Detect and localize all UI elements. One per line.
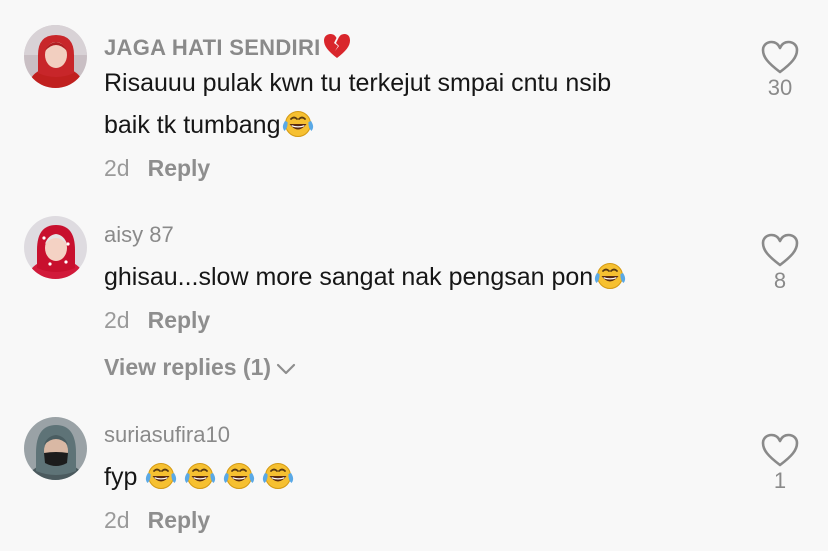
- comment-meta: 2d Reply: [104, 509, 210, 532]
- heart-icon[interactable]: [750, 232, 810, 268]
- comment-meta: 2d Reply: [104, 309, 210, 332]
- tears-of-joy-icon: [144, 461, 178, 491]
- like-count: 30: [767, 75, 793, 100]
- comments-panel: JAGA HATI SENDIRI Risauuu pulak kwn tu t…: [0, 0, 828, 551]
- like-group: 30: [750, 39, 810, 99]
- tears-of-joy-icon: [261, 461, 295, 491]
- comment-meta: 2d Reply: [104, 157, 210, 180]
- broken-heart-icon: [322, 32, 352, 60]
- reply-button[interactable]: Reply: [148, 507, 211, 533]
- like-group: 8: [750, 232, 810, 292]
- avatar[interactable]: [24, 417, 87, 480]
- avatar[interactable]: [24, 25, 87, 88]
- heart-icon[interactable]: [750, 432, 810, 468]
- avatar[interactable]: [24, 216, 87, 279]
- heart-icon[interactable]: [750, 39, 810, 75]
- comment-text: fyp: [104, 456, 744, 498]
- comment-text: ghisau...slow more sangat nak pengsan po…: [104, 256, 744, 298]
- chevron-down-icon: [276, 363, 296, 375]
- tears-of-joy-icon: [593, 261, 627, 291]
- like-count: 1: [773, 468, 787, 493]
- comment-time: 2d: [104, 155, 130, 181]
- view-replies-button[interactable]: View replies (1): [104, 356, 297, 379]
- comment-time: 2d: [104, 507, 130, 533]
- like-count: 8: [773, 268, 787, 293]
- username[interactable]: aisy 87: [104, 224, 174, 246]
- username[interactable]: JAGA HATI SENDIRI: [104, 32, 352, 60]
- like-group: 1: [750, 432, 810, 492]
- reply-button[interactable]: Reply: [148, 307, 211, 333]
- tears-of-joy-icon: [281, 109, 315, 139]
- comment-time: 2d: [104, 307, 130, 333]
- comment-text: Risauuu pulak kwn tu terkejut smpai cntu…: [104, 69, 612, 139]
- tears-of-joy-icon: [183, 461, 217, 491]
- reply-button[interactable]: Reply: [148, 155, 211, 181]
- username[interactable]: suriasufira10: [104, 424, 230, 446]
- tears-of-joy-icon: [222, 461, 256, 491]
